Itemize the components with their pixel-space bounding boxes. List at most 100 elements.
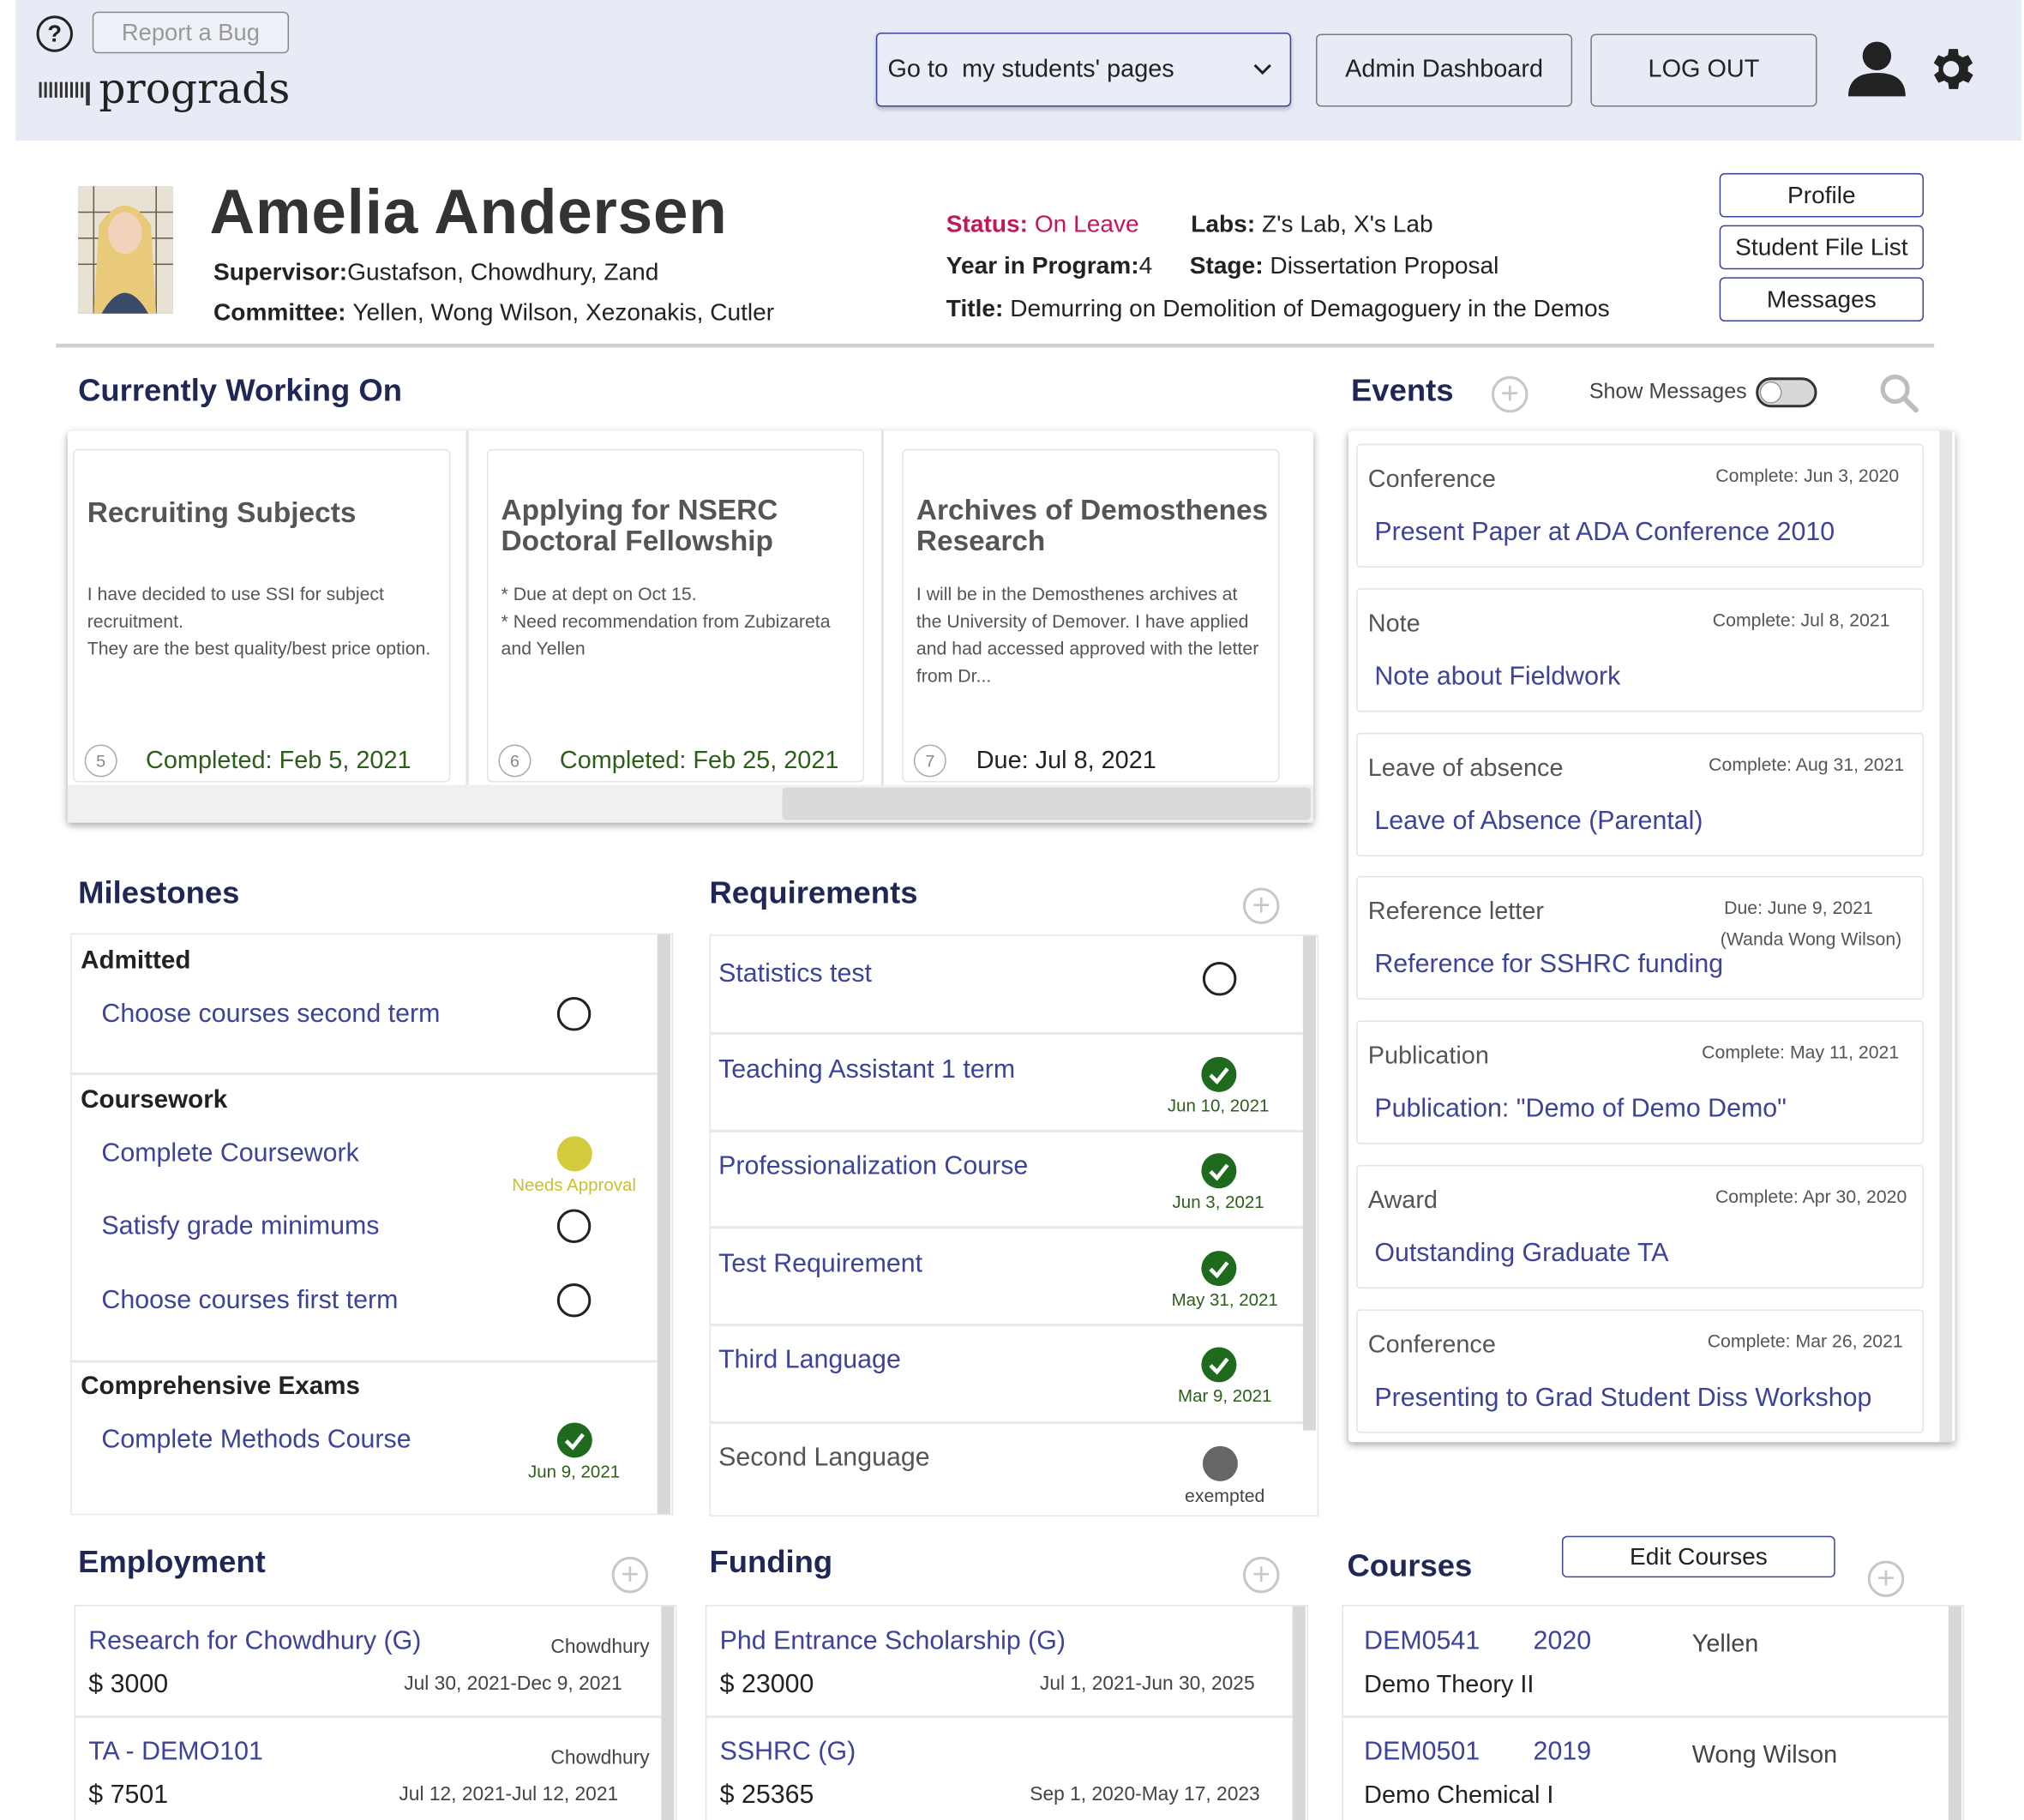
course-name: Demo Theory II	[1364, 1671, 1535, 1699]
logout-button[interactable]: LOG OUT	[1590, 33, 1817, 107]
working-card[interactable]: Applying for NSERC Doctoral Fellowship *…	[486, 448, 865, 783]
events-panel: Conference Complete: Jun 3, 2020 Present…	[1348, 430, 1955, 1443]
milestone-open-circle-icon[interactable]	[556, 1209, 592, 1243]
milestone-label[interactable]: Satisfy grade minimums	[101, 1212, 379, 1242]
show-messages-toggle[interactable]	[1756, 377, 1817, 408]
messages-button[interactable]: Messages	[1719, 277, 1925, 322]
check-circle-icon[interactable]	[1201, 1153, 1237, 1189]
exempted-dot-icon[interactable]	[1202, 1445, 1238, 1481]
events-title: Events	[1350, 373, 1454, 409]
check-circle-icon[interactable]	[1201, 1056, 1237, 1092]
event-card[interactable]: Award Complete: Apr 30, 2020 Outstanding…	[1356, 1164, 1925, 1289]
profile-button[interactable]: Profile	[1719, 172, 1925, 218]
course-code[interactable]: DEM0501	[1364, 1738, 1480, 1768]
committee-value: Yellen, Wong Wilson, Xezonakis, Cutler	[352, 297, 775, 326]
working-card-status: Due: Jul 8, 2021	[976, 747, 1156, 775]
requirement-label[interactable]: Test Requirement	[718, 1250, 922, 1280]
employment-dates: Jul 12, 2021-Jul 12, 2021	[399, 1783, 619, 1805]
requirement-open-circle-icon[interactable]	[1202, 962, 1237, 996]
funding-title-link[interactable]: Phd Entrance Scholarship (G)	[720, 1627, 1066, 1657]
milestone-open-circle-icon[interactable]	[556, 997, 592, 1031]
courses-scrollbar[interactable]	[1948, 1606, 1962, 1820]
requirement-label[interactable]: Teaching Assistant 1 term	[718, 1055, 1015, 1085]
milestones-panel: Admitted Choose courses second term Cour…	[69, 933, 673, 1516]
check-circle-icon[interactable]	[1201, 1347, 1237, 1383]
working-card-status: Completed: Feb 5, 2021	[146, 747, 411, 775]
milestone-label[interactable]: Complete Methods Course	[101, 1426, 411, 1456]
event-title: Leave of Absence (Parental)	[1374, 807, 1703, 836]
help-icon[interactable]: ?	[36, 15, 74, 52]
check-circle-icon[interactable]	[1201, 1251, 1237, 1287]
event-card[interactable]: Conference Complete: Jun 3, 2020 Present…	[1356, 443, 1925, 568]
gear-icon[interactable]	[1924, 42, 1979, 97]
user-icon[interactable]	[1846, 39, 1908, 99]
milestones-title: Milestones	[78, 875, 240, 911]
employment-scrollbar[interactable]	[661, 1606, 675, 1820]
labs-label: Labs	[1191, 209, 1247, 237]
milestone-open-circle-icon[interactable]	[556, 1283, 592, 1318]
funding-scrollbar[interactable]	[1292, 1606, 1306, 1820]
employment-amount: $ 3000	[88, 1669, 169, 1699]
event-card[interactable]: Conference Complete: Mar 26, 2021 Presen…	[1356, 1309, 1925, 1433]
event-date-sub: (Wanda Wong Wilson)	[1720, 928, 1902, 949]
working-card[interactable]: Archives of Demosthenes Research I will …	[902, 448, 1280, 783]
student-pages-select[interactable]: Go to my students' pages	[875, 32, 1292, 107]
event-date: Complete: Mar 26, 2021	[1707, 1330, 1903, 1351]
horizontal-scrollbar[interactable]	[67, 784, 1313, 823]
add-funding-icon[interactable]: +	[1242, 1556, 1280, 1594]
exempted-label: exempted	[1185, 1485, 1265, 1506]
milestone-label[interactable]: Choose courses first term	[101, 1286, 398, 1316]
divider	[710, 1421, 1303, 1425]
milestone-group-name: Admitted	[81, 946, 191, 976]
requirement-label[interactable]: Second Language	[718, 1444, 930, 1474]
edit-courses-button[interactable]: Edit Courses	[1561, 1535, 1835, 1578]
funding-dates: Jul 1, 2021-Jun 30, 2025	[1039, 1673, 1255, 1695]
requirement-label[interactable]: Statistics test	[718, 959, 872, 989]
employment-supervisor: Chowdhury	[550, 1746, 650, 1769]
course-code[interactable]: DEM0541	[1364, 1627, 1480, 1657]
check-circle-icon[interactable]	[556, 1422, 592, 1458]
divider	[71, 1360, 658, 1363]
working-card-number: 5	[84, 744, 117, 778]
search-icon[interactable]	[1878, 372, 1920, 414]
requirement-label[interactable]: Third Language	[718, 1346, 901, 1376]
requirement-date: Jun 3, 2021	[1172, 1192, 1264, 1212]
event-card[interactable]: Publication Complete: May 11, 2021 Publi…	[1356, 1020, 1925, 1144]
employment-title-link[interactable]: TA - DEMO101	[88, 1738, 263, 1768]
requirements-scrollbar[interactable]	[1302, 935, 1317, 1431]
needs-approval-dot-icon[interactable]	[556, 1136, 592, 1172]
milestones-scrollbar[interactable]	[657, 934, 670, 1514]
requirement-label[interactable]: Professionalization Course	[718, 1152, 1028, 1182]
event-card[interactable]: Reference letter Due: June 9, 2021 (Wand…	[1356, 875, 1925, 1000]
event-date: Complete: Aug 31, 2021	[1709, 754, 1905, 775]
event-category: Award	[1367, 1186, 1438, 1215]
working-card[interactable]: Recruiting Subjects I have decided to us…	[73, 448, 451, 783]
year-line: Year in Program:4	[946, 251, 1153, 279]
courses-panel: DEM0541 2020 Yellen Demo Theory II DEM05…	[1342, 1605, 1965, 1820]
events-scrollbar[interactable]	[1939, 430, 1953, 1443]
scrollbar-thumb[interactable]	[782, 787, 1311, 820]
event-category: Reference letter	[1367, 898, 1544, 926]
add-employment-icon[interactable]: +	[611, 1556, 649, 1594]
funding-title-link[interactable]: SSHRC (G)	[720, 1738, 856, 1768]
course-instructor: Yellen	[1691, 1631, 1759, 1659]
milestone-label[interactable]: Choose courses second term	[101, 1000, 440, 1030]
divider	[706, 1715, 1293, 1719]
add-course-icon[interactable]: +	[1867, 1560, 1905, 1597]
avatar-photo	[78, 186, 173, 314]
needs-approval-label: Needs Approval	[512, 1175, 636, 1195]
student-file-list-button[interactable]: Student File List	[1719, 225, 1925, 270]
course-instructor: Wong Wilson	[1691, 1741, 1838, 1769]
add-requirement-icon[interactable]: +	[1242, 887, 1280, 924]
employment-title-link[interactable]: Research for Chowdhury (G)	[88, 1627, 421, 1657]
admin-dashboard-button[interactable]: Admin Dashboard	[1316, 33, 1573, 107]
divider	[710, 1324, 1303, 1327]
event-card[interactable]: Leave of absence Complete: Aug 31, 2021 …	[1356, 732, 1925, 857]
report-bug-button[interactable]: Report a Bug	[92, 11, 290, 54]
event-category: Leave of absence	[1367, 754, 1564, 783]
stage-value: Dissertation Proposal	[1270, 251, 1499, 279]
event-date: Complete: Jun 3, 2020	[1715, 465, 1900, 486]
add-event-icon[interactable]: +	[1491, 375, 1529, 413]
event-card[interactable]: Note Complete: Jul 8, 2021 Note about Fi…	[1356, 588, 1925, 712]
milestone-label[interactable]: Complete Coursework	[101, 1139, 358, 1169]
